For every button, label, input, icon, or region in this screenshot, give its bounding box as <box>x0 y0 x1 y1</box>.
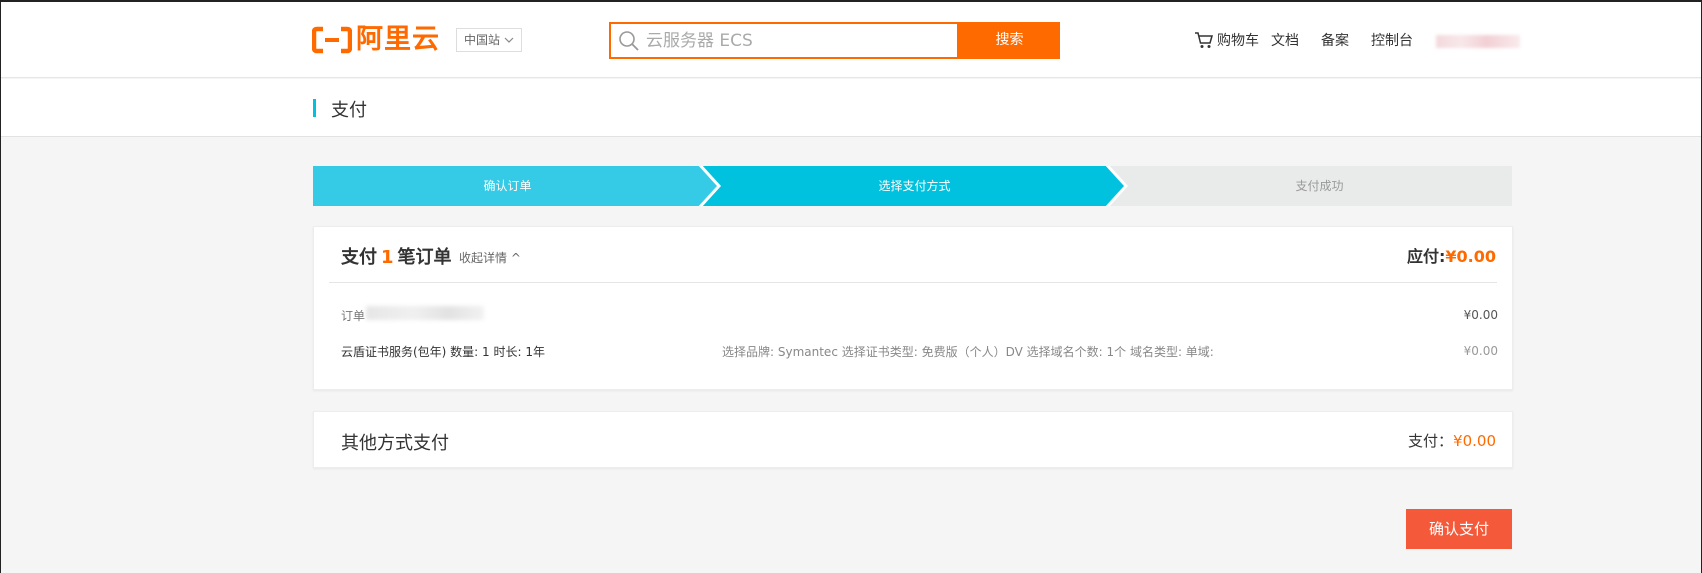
due-amount: ¥0.00 <box>1445 247 1496 266</box>
chevron-down-icon <box>504 37 514 43</box>
page: 阿里云 中国站 搜索 购物车 文 <box>0 0 1702 573</box>
pay-amount: ¥0.00 <box>1453 432 1496 450</box>
other-payment-amount: 支付：¥0.00 <box>1408 430 1496 451</box>
divider <box>329 282 1497 283</box>
region-selector[interactable]: 中国站 <box>456 28 522 52</box>
page-titlebar: 支付 <box>1 79 1701 137</box>
console-link[interactable]: 控制台 <box>1371 30 1413 50</box>
step-confirm-order: 确认订单 <box>483 179 532 193</box>
other-payment-label: 其他方式支付 <box>341 433 449 454</box>
page-title: 支付 <box>331 100 367 121</box>
product-line: 云盾证书服务(包年) 数量: 1 时长: 1年 <box>341 345 545 359</box>
product-amount: ¥0.00 <box>1463 344 1498 358</box>
step-payment-success: 支付成功 <box>1295 179 1344 193</box>
step-select-payment: 选择支付方式 <box>878 179 951 193</box>
cart-link[interactable]: 购物车 <box>1194 30 1259 50</box>
due-label: 应付: <box>1406 247 1446 266</box>
logo-text: 阿里云 <box>356 24 440 55</box>
amount-due: 应付:¥0.00 <box>1407 243 1496 267</box>
search-input[interactable] <box>646 30 946 51</box>
region-label: 中国站 <box>464 33 501 47</box>
order-id-blurred <box>366 306 484 320</box>
title-accent-bar <box>313 99 316 117</box>
progress-steps: 确认订单 选择支付方式 支付成功 <box>313 166 1512 206</box>
order-amount: ¥0.00 <box>1463 308 1498 322</box>
top-header: 阿里云 中国站 搜索 购物车 文 <box>1 2 1701 78</box>
confirm-payment-button[interactable]: 确认支付 <box>1406 509 1512 549</box>
aliyun-logo-icon <box>312 26 352 54</box>
order-summary-card: 支付 1 笔订单 收起详情 ^ 应付:¥0.00 订单 ¥0.00 云盾证书服务(包… <box>313 226 1513 390</box>
cart-label: 购物车 <box>1217 33 1259 49</box>
order-id-label: 订单 <box>341 309 366 323</box>
title-prefix: 支付 <box>341 247 377 268</box>
search-button[interactable]: 搜索 <box>959 22 1060 59</box>
product-spec: 选择品牌: Symantec 选择证书类型: 免费版（个人）DV 选择域名个数:… <box>722 345 1214 359</box>
user-account-blurred[interactable] <box>1436 35 1520 48</box>
search-box <box>609 22 959 59</box>
docs-link[interactable]: 文档 <box>1271 30 1299 50</box>
aliyun-logo[interactable]: 阿里云 <box>312 24 440 56</box>
title-suffix: 笔订单 <box>397 247 452 268</box>
order-count: 1 <box>381 247 394 268</box>
beian-link[interactable]: 备案 <box>1321 30 1349 50</box>
collapse-details-toggle[interactable]: 收起详情 ^ <box>459 249 521 266</box>
order-count-title: 支付 1 笔订单 <box>341 243 452 269</box>
top-nav: 购物车 文档 备案 控制台 <box>1194 30 1413 50</box>
search-icon <box>619 30 639 51</box>
pay-label: 支付： <box>1408 432 1454 450</box>
cart-icon <box>1195 32 1213 48</box>
other-payment-card[interactable]: 其他方式支付 支付：¥0.00 <box>313 411 1513 468</box>
